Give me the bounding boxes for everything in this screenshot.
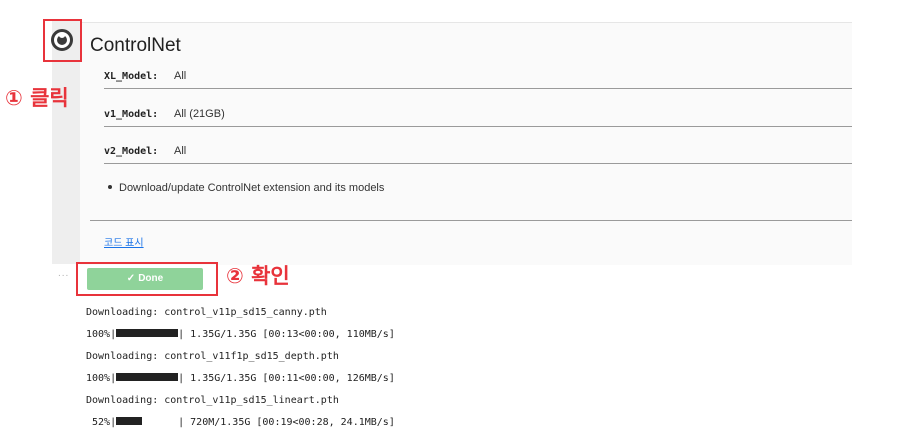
log-line: Downloading: control_v11p_sd15_canny.pth (86, 307, 327, 318)
description-text: Download/update ControlNet extension and… (119, 182, 385, 194)
output-log: Downloading: control_v11p_sd15_canny.pth… (86, 296, 395, 439)
xl-model-field[interactable]: XL_Model: All (104, 70, 852, 89)
xl-model-value[interactable]: All (174, 70, 186, 82)
log-line: Downloading: control_v11p_sd15_lineart.p… (86, 395, 339, 406)
run-button-highlight-box (43, 19, 82, 62)
annotation-step2: ② 확인 (226, 264, 290, 288)
v2-model-field[interactable]: v2_Model: All (104, 145, 852, 164)
v1-model-label: v1_Model: (104, 109, 159, 120)
divider (90, 220, 852, 221)
description-item: Download/update ControlNet extension and… (108, 182, 384, 194)
output-menu-icon[interactable]: ... (58, 268, 69, 279)
v2-model-value[interactable]: All (174, 145, 186, 157)
v1-model-value[interactable]: All (21GB) (174, 108, 225, 120)
log-progress-line: 52%| | 720M/1.35G [00:19<00:28, 24.1MB/s] (86, 417, 395, 428)
show-code-link[interactable]: 코드 표시 (104, 234, 144, 249)
xl-model-label: XL_Model: (104, 71, 159, 82)
bullet-icon (108, 185, 112, 190)
annotation-step1: ① 클릭 (5, 86, 69, 110)
cell-title: ControlNet (90, 35, 181, 56)
log-progress-line: 100%| | 1.35G/1.35G [00:11<00:00, 126MB/s… (86, 373, 395, 384)
v2-model-label: v2_Model: (104, 146, 159, 157)
done-highlight-box (76, 262, 218, 296)
v1-model-field[interactable]: v1_Model: All (21GB) (104, 108, 852, 127)
log-line: Downloading: control_v11f1p_sd15_depth.p… (86, 351, 339, 362)
log-progress-line: 100%| | 1.35G/1.35G [00:13<00:00, 110MB/s… (86, 329, 395, 340)
progress-bar (116, 417, 143, 425)
progress-bar (116, 329, 179, 337)
progress-bar (116, 373, 179, 381)
form-cell (80, 23, 852, 265)
